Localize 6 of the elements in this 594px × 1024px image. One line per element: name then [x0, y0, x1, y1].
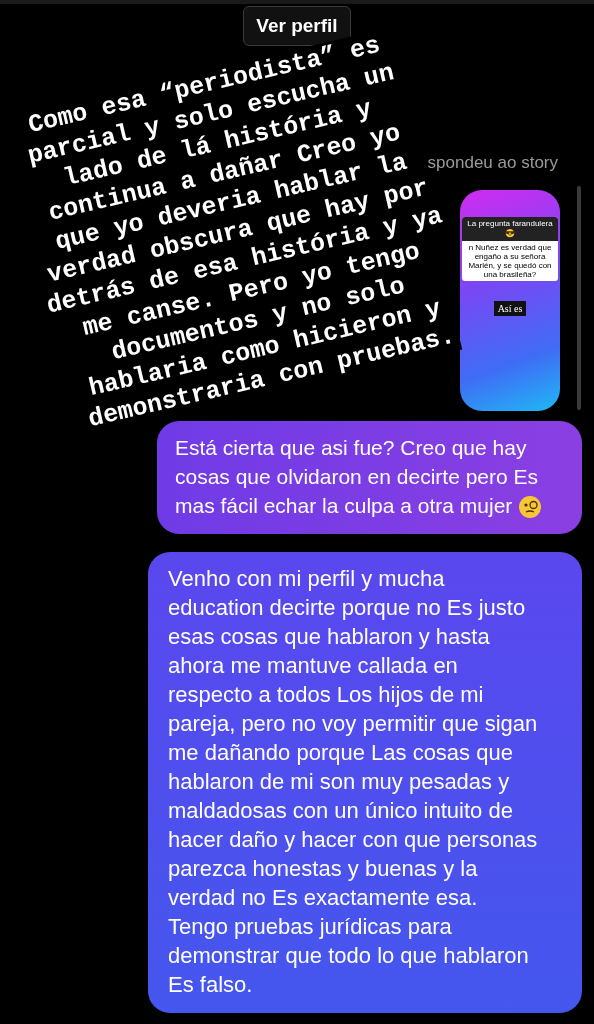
- story-reply-label: spondeu ao story: [427, 152, 558, 174]
- message-text: Venho con mi perfil y mucha education decirte porque no Es justo esas cosas que hablaron y hasta ahora me mantuve callada en respecto a todos Los hijos de mi pareja, pero no voy permitir que sigan me dañando porque Las cosas que hablaron de mi son muy pesadas y maldadosas con un único intuito de hacer daño y hacer con que personas parezca honestas y buenas y la verdad no Es exactamente esa. Tengo pruebas jurídicas para demonstrar que todo lo que hablaron Es falso.: [168, 564, 538, 999]
- question-title: La pregunta farandulera 😎: [462, 216, 558, 241]
- question-text: n Nuñez es verdad que engaño a su señora Marlén, y se quedó con una brasileña?: [467, 241, 553, 281]
- story-thumbnail[interactable]: La pregunta farandulera 😎 n Nuñez es verdad que engaño a su señora Marlén, y se quedó con una brasileña? Así es: [460, 189, 560, 411]
- answer-label: Así es: [493, 300, 527, 316]
